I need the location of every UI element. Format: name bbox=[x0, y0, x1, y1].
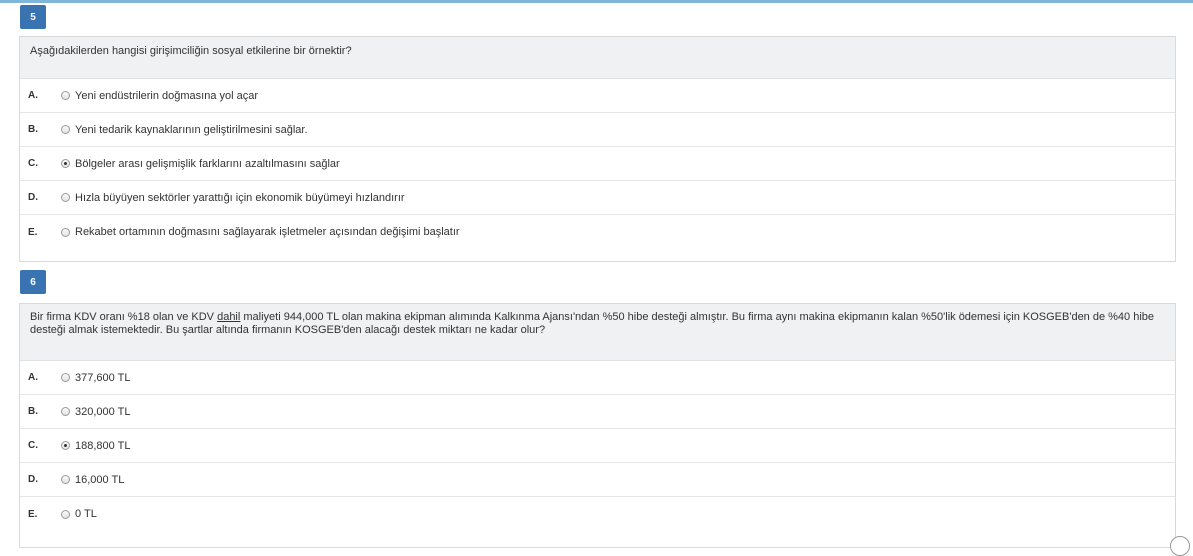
answer-option-e[interactable]: E. Rekabet ortamının doğmasını sağlayara… bbox=[20, 215, 1175, 249]
option-label: Hızla büyüyen sektörler yarattığı için e… bbox=[75, 191, 405, 204]
question-panel: Aşağıdakilerden hangisi girişimciliğin s… bbox=[19, 36, 1176, 262]
option-letter: B. bbox=[28, 406, 38, 417]
answer-option-d[interactable]: D. 16,000 TL bbox=[20, 463, 1175, 497]
option-letter: C. bbox=[28, 440, 38, 451]
option-label: 188,800 TL bbox=[75, 439, 131, 452]
answer-option-b[interactable]: B. 320,000 TL bbox=[20, 395, 1175, 429]
option-letter: C. bbox=[28, 158, 38, 169]
radio-button-selected[interactable] bbox=[61, 159, 70, 168]
answer-option-d[interactable]: D. Hızla büyüyen sektörler yarattığı içi… bbox=[20, 181, 1175, 215]
option-label: 320,000 TL bbox=[75, 405, 131, 418]
radio-button[interactable] bbox=[61, 509, 70, 519]
question-text-underlined: dahil bbox=[217, 311, 241, 323]
question-text: Aşağıdakilerden hangisi girişimciliğin s… bbox=[20, 37, 1175, 79]
question-panel: Bir firma KDV oranı %18 olan ve KDV dahi… bbox=[19, 303, 1176, 548]
radio-button[interactable] bbox=[61, 373, 70, 382]
option-letter: B. bbox=[28, 124, 38, 135]
option-label: 377,600 TL bbox=[75, 371, 131, 384]
radio-button[interactable] bbox=[61, 227, 70, 237]
radio-button[interactable] bbox=[61, 193, 70, 202]
option-letter: A. bbox=[28, 372, 38, 383]
radio-button[interactable] bbox=[61, 91, 70, 100]
option-label: Yeni tedarik kaynaklarının geliştirilmes… bbox=[75, 123, 308, 136]
option-letter: D. bbox=[28, 474, 38, 485]
radio-button[interactable] bbox=[61, 125, 70, 134]
answer-option-c[interactable]: C. Bölgeler arası gelişmişlik farklarını… bbox=[20, 147, 1175, 181]
scroll-circle-button[interactable] bbox=[1170, 536, 1190, 556]
answer-option-b[interactable]: B. Yeni tedarik kaynaklarının geliştiril… bbox=[20, 113, 1175, 147]
option-label: Bölgeler arası gelişmişlik farklarını az… bbox=[75, 157, 340, 170]
question-text: Bir firma KDV oranı %18 olan ve KDV dahi… bbox=[20, 304, 1175, 361]
option-letter: E. bbox=[28, 226, 38, 238]
option-letter: D. bbox=[28, 192, 38, 203]
option-label: 16,000 TL bbox=[75, 473, 125, 486]
question-text-content: Aşağıdakilerden hangisi girişimciliğin s… bbox=[30, 45, 352, 57]
top-accent-bar bbox=[0, 0, 1193, 3]
answer-option-a[interactable]: A. Yeni endüstrilerin doğmasına yol açar bbox=[20, 79, 1175, 113]
answer-option-c[interactable]: C. 188,800 TL bbox=[20, 429, 1175, 463]
option-label: Rekabet ortamının doğmasını sağlayarak i… bbox=[75, 226, 460, 238]
option-letter: E. bbox=[28, 508, 38, 520]
question-number-badge: 5 bbox=[20, 5, 46, 29]
question-number-badge: 6 bbox=[20, 270, 46, 294]
radio-button[interactable] bbox=[61, 407, 70, 416]
radio-button[interactable] bbox=[61, 475, 70, 484]
option-label: Yeni endüstrilerin doğmasına yol açar bbox=[75, 89, 259, 102]
answer-option-e[interactable]: E. 0 TL bbox=[20, 497, 1175, 531]
radio-button-selected[interactable] bbox=[61, 441, 70, 450]
option-letter: A. bbox=[28, 90, 38, 101]
question-text-part: Bir firma KDV oranı %18 olan ve KDV bbox=[30, 311, 218, 323]
option-label: 0 TL bbox=[75, 508, 97, 520]
answer-option-a[interactable]: A. 377,600 TL bbox=[20, 361, 1175, 395]
